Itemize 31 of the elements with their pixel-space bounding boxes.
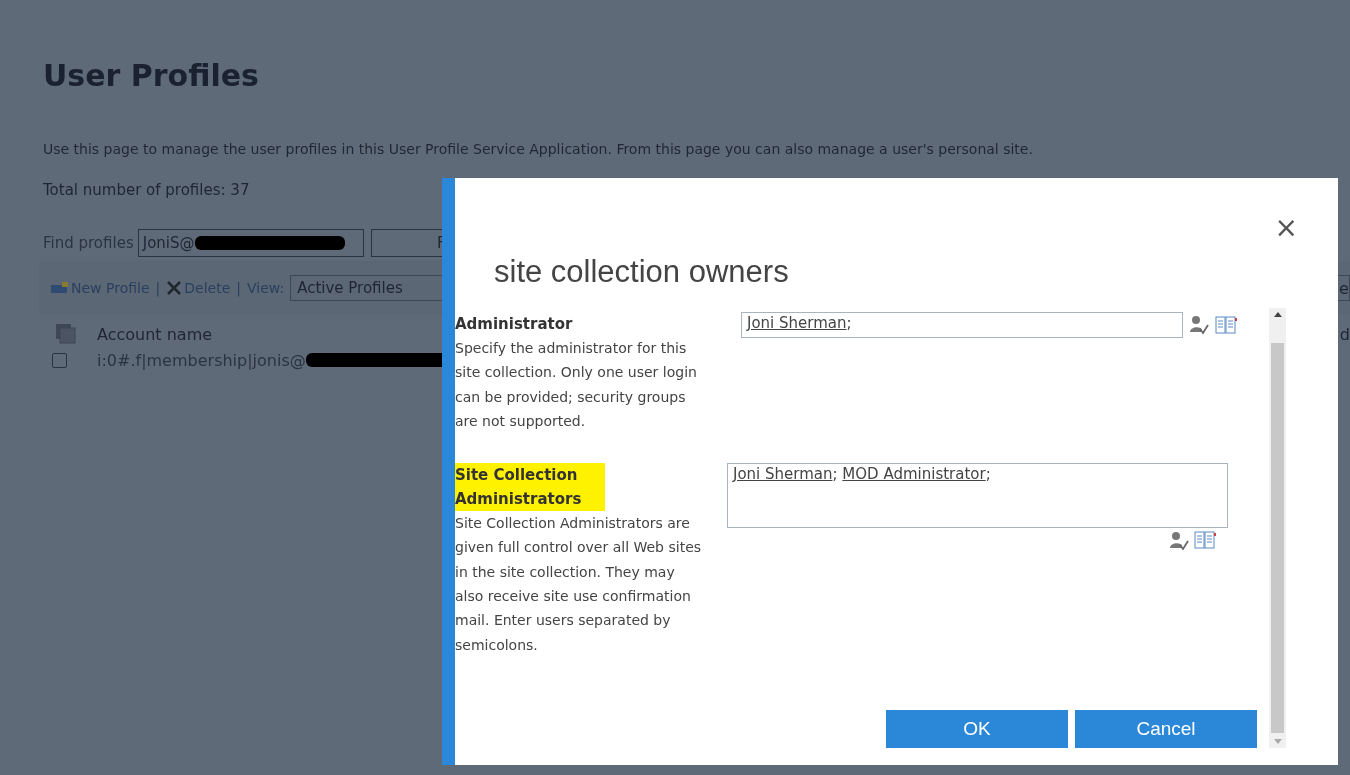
ok-button[interactable]: OK	[886, 710, 1068, 748]
profile-count: Total number of profiles: 37	[43, 181, 250, 199]
search-field[interactable]: JoniS@	[137, 229, 364, 257]
scroll-up-icon[interactable]	[1273, 312, 1282, 317]
dialog-title: site collection owners	[494, 254, 789, 290]
section-description: Specify the administrator for this site collection. Only one user login can be provided; security groups are not supported.	[455, 339, 698, 431]
column-header[interactable]: d	[1339, 324, 1350, 344]
select-all-icon[interactable]	[55, 323, 77, 345]
address-book-icon[interactable]	[1215, 316, 1237, 334]
separator: |	[155, 280, 161, 296]
account-cell: i:0#.f|membership|jonis@	[97, 350, 306, 370]
scroll-down-icon[interactable]	[1273, 739, 1282, 744]
close-button[interactable]: ×	[1274, 214, 1298, 242]
section-label: Site Collection Administrators	[455, 463, 605, 512]
people-field[interactable]: Joni Sherman;	[741, 312, 1183, 338]
view-dropdown[interactable]: Active Profiles	[290, 275, 445, 301]
card-icon	[51, 282, 69, 294]
close-icon	[166, 280, 183, 296]
address-book-icon[interactable]	[1194, 531, 1216, 550]
page-description: Use this page to manage the user profiles in this User Profile Service Application. From this page you can also manage a user's personal site.	[43, 141, 1033, 157]
column-header[interactable]: Account name	[97, 324, 213, 344]
check-names-icon[interactable]	[1189, 315, 1209, 335]
section-label: Administrator	[455, 314, 573, 335]
people-field[interactable]: Joni Sherman; MOD Administrator;	[727, 463, 1228, 529]
separator: |	[236, 280, 241, 296]
cancel-button[interactable]: Cancel	[1075, 710, 1257, 748]
scrollbar[interactable]	[1269, 308, 1286, 748]
section-description: Site Collection Administrators are given full control over all Web sites in the site collection. They may also receive site use confirmation mail. Enter users separated by semicolons.	[455, 514, 703, 655]
row-checkbox[interactable]	[52, 352, 67, 368]
check-names-icon[interactable]	[1169, 531, 1189, 552]
page-title: User Profiles	[43, 58, 259, 93]
